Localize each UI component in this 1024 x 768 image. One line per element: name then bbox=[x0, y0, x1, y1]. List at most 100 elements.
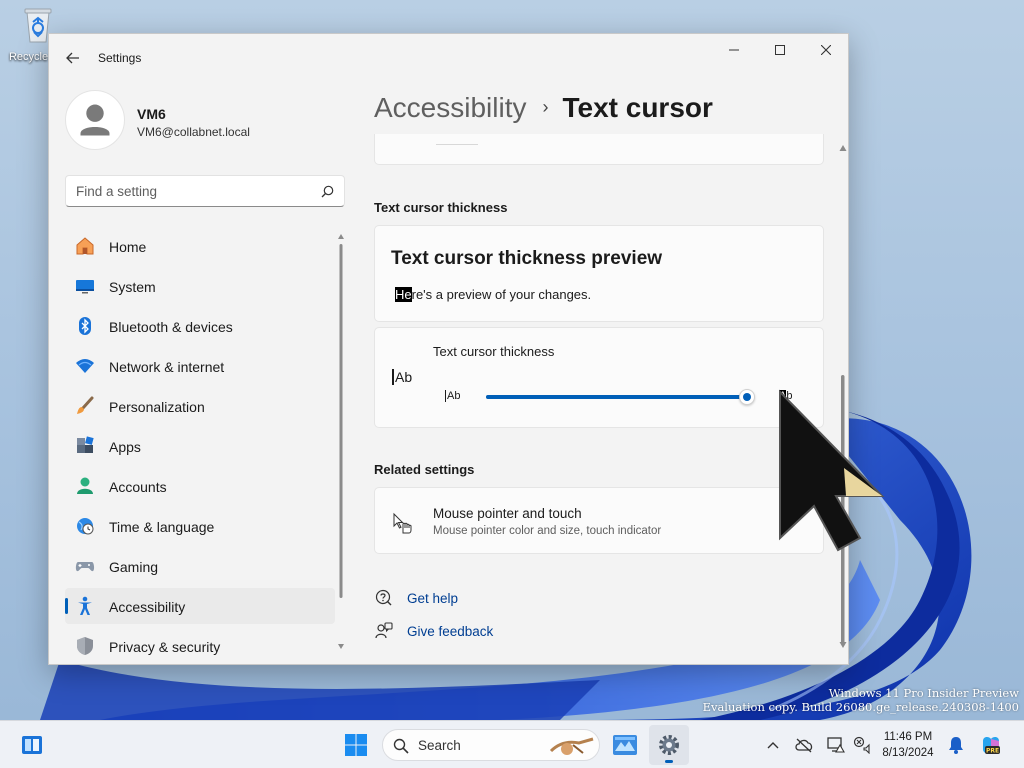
mouse-pointer-touch-card[interactable]: Mouse pointer and touch Mouse pointer co… bbox=[374, 487, 824, 554]
network-volume-tray-button[interactable] bbox=[851, 733, 875, 757]
home-icon bbox=[75, 236, 95, 256]
onedrive-tray-button[interactable] bbox=[792, 733, 816, 757]
get-help-label: Get help bbox=[407, 590, 459, 606]
breadcrumb-separator: › bbox=[542, 97, 549, 117]
sidebar-item-label: Accounts bbox=[109, 479, 167, 495]
thickness-slider-card: Ab Text cursor thickness Ab Ab bbox=[374, 327, 824, 428]
show-hidden-icons-button[interactable] bbox=[761, 733, 785, 757]
sidebar-item-system[interactable]: System bbox=[65, 268, 335, 304]
taskbar-search[interactable]: Search bbox=[382, 729, 600, 761]
large-mouse-cursor-icon bbox=[779, 389, 885, 552]
close-button[interactable] bbox=[803, 34, 848, 66]
bluetooth-icon bbox=[75, 316, 95, 336]
chevron-up-icon bbox=[767, 742, 779, 749]
title-bar[interactable]: Settings bbox=[49, 34, 848, 82]
widgets-button[interactable] bbox=[12, 725, 52, 765]
widgets-icon bbox=[22, 736, 42, 754]
notifications-button[interactable] bbox=[944, 733, 968, 757]
sidebar-item-personalization[interactable]: Personalization bbox=[65, 388, 335, 424]
related-title: Mouse pointer and touch bbox=[433, 506, 582, 521]
sidebar-scrollbar[interactable] bbox=[338, 230, 344, 654]
sidebar-item-network[interactable]: Network & internet bbox=[65, 348, 335, 384]
windows-start-icon bbox=[345, 734, 367, 756]
preview-title: Text cursor thickness preview bbox=[391, 248, 663, 269]
network-disconnected-icon bbox=[853, 736, 870, 754]
preview-text: Here's a preview of your changes. bbox=[395, 287, 591, 302]
minimize-button[interactable] bbox=[711, 34, 757, 66]
sidebar-item-home[interactable]: Home bbox=[65, 228, 335, 264]
thickness-section-title: Text cursor thickness bbox=[374, 200, 508, 215]
minimize-icon bbox=[729, 49, 739, 51]
breadcrumb: Accessibility › Text cursor bbox=[374, 92, 713, 124]
gamepad-icon bbox=[75, 556, 95, 576]
previous-card-divider bbox=[436, 144, 478, 145]
sidebar-item-apps[interactable]: Apps bbox=[65, 428, 335, 464]
previous-setting-card bbox=[374, 134, 824, 165]
shield-icon bbox=[75, 636, 95, 656]
sidebar-item-time-language[interactable]: Time & language bbox=[65, 508, 335, 544]
accessibility-icon bbox=[75, 596, 95, 616]
taskbar-search-label: Search bbox=[418, 738, 461, 753]
preview-text-rest: re's a preview of your changes. bbox=[411, 287, 592, 302]
give-feedback-link[interactable]: Give feedback bbox=[374, 621, 493, 641]
close-icon bbox=[821, 45, 831, 55]
search-icon bbox=[321, 185, 334, 198]
thickness-slider-thumb[interactable] bbox=[739, 389, 755, 405]
taskbar: Search 11:46 PM 8/13/2024 PRE bbox=[0, 720, 1024, 768]
related-subtitle: Mouse pointer color and size, touch indi… bbox=[433, 525, 662, 537]
avatar[interactable] bbox=[65, 90, 125, 150]
sidebar-item-gaming[interactable]: Gaming bbox=[65, 548, 335, 584]
wifi-icon bbox=[75, 356, 95, 376]
help-chat-icon bbox=[374, 588, 394, 608]
sidebar-item-label: Privacy & security bbox=[109, 639, 221, 655]
search-input[interactable] bbox=[76, 182, 306, 200]
start-button[interactable] bbox=[336, 725, 376, 765]
sidebar-item-label: Time & language bbox=[109, 519, 215, 535]
brush-icon bbox=[75, 396, 95, 416]
system-icon bbox=[75, 276, 95, 296]
find-setting-search[interactable] bbox=[65, 175, 345, 207]
back-button[interactable] bbox=[61, 46, 85, 70]
maximize-icon bbox=[775, 45, 785, 55]
cloud-offline-icon bbox=[795, 738, 813, 753]
maximize-button[interactable] bbox=[757, 34, 803, 66]
photos-app-icon bbox=[613, 735, 637, 755]
sidebar-item-accounts[interactable]: Accounts bbox=[65, 468, 335, 504]
sidebar-item-bluetooth[interactable]: Bluetooth & devices bbox=[65, 308, 335, 344]
watermark-line2: Evaluation copy. Build 26080.ge_release.… bbox=[702, 700, 1019, 714]
sidebar-item-label: Personalization bbox=[109, 399, 205, 415]
display-tray-button[interactable] bbox=[824, 733, 848, 757]
slider-label: Text cursor thickness bbox=[433, 344, 555, 359]
cursor-preview-card: Text cursor thickness preview Here's a p… bbox=[374, 225, 824, 322]
copilot-pre-icon: PRE bbox=[983, 736, 1000, 755]
profile-email: VM6@collabnet.local bbox=[137, 125, 250, 139]
thickness-slider-fill bbox=[486, 395, 746, 399]
get-help-link[interactable]: Get help bbox=[374, 588, 458, 608]
thickness-slider-track[interactable] bbox=[486, 395, 746, 399]
page-title: Text cursor bbox=[562, 92, 713, 123]
app-title: Settings bbox=[98, 51, 142, 65]
back-arrow-icon bbox=[66, 52, 79, 64]
breadcrumb-parent-accessibility[interactable]: Accessibility bbox=[374, 92, 526, 123]
related-settings-title: Related settings bbox=[374, 462, 475, 477]
taskbar-app-settings[interactable] bbox=[649, 725, 689, 765]
apps-icon bbox=[75, 436, 95, 456]
clock-date: 8/13/2024 bbox=[882, 747, 934, 759]
profile-name: VM6 bbox=[137, 106, 166, 122]
sidebar-item-label: Home bbox=[109, 239, 147, 255]
sidebar-item-accessibility[interactable]: Accessibility bbox=[65, 588, 335, 624]
taskbar-app-photos[interactable] bbox=[605, 725, 645, 765]
search-icon bbox=[393, 738, 409, 754]
copilot-button[interactable]: PRE bbox=[979, 733, 1003, 757]
active-app-indicator bbox=[665, 760, 673, 763]
sidebar-item-label: Accessibility bbox=[109, 599, 186, 615]
feedback-icon bbox=[374, 621, 394, 641]
give-feedback-label: Give feedback bbox=[407, 623, 494, 639]
clock-time: 11:46 PM bbox=[883, 731, 933, 743]
sidebar-item-label: Apps bbox=[109, 439, 141, 455]
bell-icon bbox=[949, 737, 963, 754]
cursor-sample-large: Ab bbox=[392, 369, 412, 385]
sidebar-item-privacy[interactable]: Privacy & security bbox=[65, 628, 335, 664]
watermark-line1: Windows 11 Pro Insider Preview bbox=[828, 686, 1019, 700]
taskbar-clock[interactable]: 11:46 PM 8/13/2024 bbox=[880, 729, 936, 761]
